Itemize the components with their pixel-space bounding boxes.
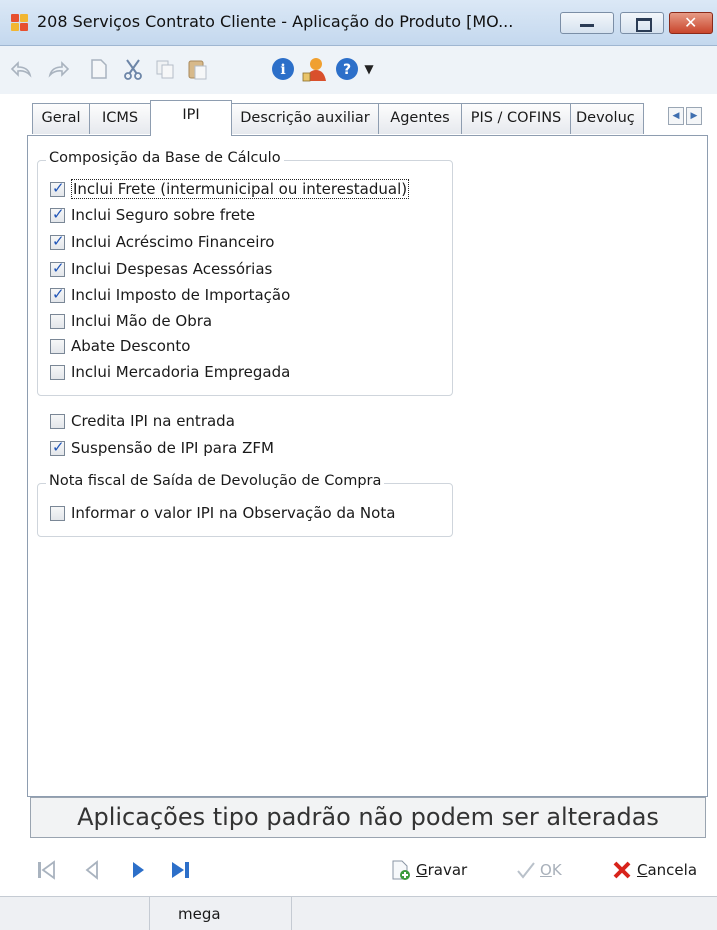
tab-devolucao[interactable]: Devoluç — [570, 103, 644, 134]
paste-icon[interactable] — [184, 56, 210, 82]
cancel-x-icon — [613, 861, 631, 879]
checkbox-label: Inclui Mão de Obra — [71, 312, 213, 330]
tab-ipi[interactable]: IPI — [150, 100, 232, 136]
svg-text:?: ? — [343, 62, 351, 78]
checkbox-inclui-despesas[interactable]: Inclui Despesas Acessórias — [50, 258, 272, 280]
checkbox-label: Inclui Frete (intermunicipal ou interest… — [71, 179, 410, 199]
checkbox-inclui-seguro[interactable]: Inclui Seguro sobre frete — [50, 204, 255, 226]
first-record-icon[interactable] — [36, 860, 58, 880]
checkbox-suspensao-ipi-zfm[interactable]: Suspensão de IPI para ZFM — [50, 437, 274, 459]
checkbox-inclui-mao-de-obra[interactable]: Inclui Mão de Obra — [50, 310, 212, 332]
last-record-icon[interactable] — [170, 860, 192, 880]
window-title: 208 Serviços Contrato Cliente - Aplicaçã… — [37, 12, 514, 31]
ok-button[interactable]: OK — [516, 858, 562, 882]
cancel-button[interactable]: Cancela — [612, 858, 697, 882]
save-icon — [392, 860, 410, 880]
checkbox-box[interactable] — [50, 505, 65, 521]
cancel-label: Cancela — [637, 861, 698, 879]
previous-record-icon[interactable] — [84, 860, 100, 880]
tab-scroll-left-icon[interactable]: ◀ — [668, 107, 684, 125]
checkbox-label: Inclui Mercadoria Empregada — [71, 363, 291, 381]
user-icon[interactable] — [302, 56, 328, 82]
app-icon — [11, 14, 28, 31]
dropdown-arrow-icon[interactable]: ▼ — [356, 56, 382, 82]
tab-geral[interactable]: Geral — [32, 103, 90, 134]
checkbox-label: Credita IPI na entrada — [71, 412, 235, 430]
checkbox-box[interactable] — [50, 338, 65, 354]
checkbox-box[interactable] — [50, 313, 65, 329]
cut-icon[interactable] — [120, 56, 146, 82]
checkbox-box[interactable] — [50, 413, 65, 429]
tab-icms[interactable]: ICMS — [89, 103, 151, 134]
status-bar-cell-empty — [0, 897, 150, 930]
save-label: Gravar — [416, 861, 468, 879]
status-bar-cell-empty — [292, 897, 717, 930]
toolbar: i ? ▼ — [0, 46, 717, 94]
checkbox-inclui-imposto-importacao[interactable]: Inclui Imposto de Importação — [50, 284, 290, 306]
checkbox-box[interactable] — [50, 438, 65, 456]
checkbox-informar-ipi-observacao[interactable]: Informar o valor IPI na Observação da No… — [50, 502, 395, 524]
groupbox-devolucao-legend: Nota fiscal de Saída de Devolução de Com… — [46, 473, 385, 489]
status-message: Aplicações tipo padrão não podem ser alt… — [30, 797, 706, 838]
checkbox-inclui-mercadoria[interactable]: Inclui Mercadoria Empregada — [50, 361, 290, 383]
checkbox-abate-desconto[interactable]: Abate Desconto — [50, 335, 190, 357]
status-bar-user: mega — [150, 897, 292, 930]
maximize-button[interactable] — [620, 12, 664, 34]
tab-scroll-right-icon[interactable]: ▶ — [686, 107, 702, 125]
info-icon[interactable]: i — [270, 56, 296, 82]
checkbox-credita-ipi[interactable]: Credita IPI na entrada — [50, 410, 235, 432]
checkbox-box[interactable] — [50, 179, 65, 197]
checkbox-inclui-acrescimo[interactable]: Inclui Acréscimo Financeiro — [50, 231, 274, 253]
navigation-bar: Gravar OK Cancela — [0, 846, 717, 894]
checkbox-label: Inclui Despesas Acessórias — [71, 260, 273, 278]
checkbox-inclui-frete[interactable]: Inclui Frete (intermunicipal ou interest… — [50, 178, 410, 200]
ok-label: OK — [540, 861, 562, 879]
save-button[interactable]: Gravar — [390, 858, 467, 882]
title-bar[interactable]: 208 Serviços Contrato Cliente - Aplicaçã… — [0, 0, 717, 46]
redo-icon[interactable] — [46, 56, 72, 82]
checkbox-box[interactable] — [50, 364, 65, 380]
checkbox-box[interactable] — [50, 205, 65, 223]
status-bar: mega — [0, 896, 717, 930]
undo-icon[interactable] — [8, 56, 34, 82]
tab-descricao-auxiliar[interactable]: Descrição auxiliar — [231, 103, 379, 134]
checkbox-label: Inclui Acréscimo Financeiro — [71, 233, 275, 251]
svg-text:i: i — [280, 62, 285, 78]
checkmark-icon — [517, 862, 535, 879]
tab-pis-cofins[interactable]: PIS / COFINS — [461, 103, 571, 134]
copy-icon[interactable] — [152, 56, 178, 82]
next-record-icon[interactable] — [130, 860, 146, 880]
checkbox-box[interactable] — [50, 232, 65, 250]
minimize-button[interactable] — [560, 12, 614, 34]
tab-agentes[interactable]: Agentes — [378, 103, 462, 134]
checkbox-label: Abate Desconto — [71, 337, 191, 355]
checkbox-box[interactable] — [50, 259, 65, 277]
checkbox-label: Informar o valor IPI na Observação da No… — [71, 504, 396, 522]
groupbox-base-calculo-legend: Composição da Base de Cálculo — [46, 150, 284, 166]
checkbox-label: Inclui Imposto de Importação — [71, 286, 291, 304]
new-document-icon[interactable] — [86, 56, 112, 82]
checkbox-label: Suspensão de IPI para ZFM — [71, 439, 274, 457]
checkbox-box[interactable] — [50, 285, 65, 303]
close-button[interactable] — [669, 12, 713, 34]
checkbox-label: Inclui Seguro sobre frete — [71, 206, 256, 224]
